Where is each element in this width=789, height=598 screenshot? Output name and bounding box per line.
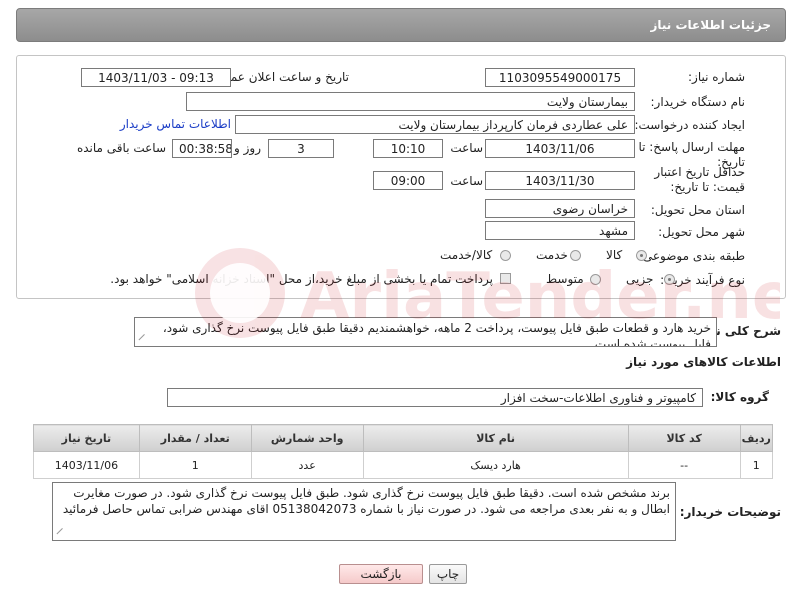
unit-cell: عدد: [250, 451, 364, 479]
purchase-radio-minor[interactable]: [664, 274, 675, 285]
column-header: تاریخ نیاز: [33, 424, 140, 452]
back-button[interactable]: بازگشت: [339, 564, 423, 584]
print-button[interactable]: چاپ: [429, 564, 467, 584]
treasury-checkbox[interactable]: [500, 273, 511, 284]
category-option-service: خدمت: [536, 248, 568, 262]
panel-header: جزئیات اطلاعات نیاز: [16, 8, 786, 42]
purchase-radio-medium[interactable]: [590, 274, 601, 285]
column-header: ردیف: [739, 424, 774, 452]
column-header: تعداد / مقدار: [138, 424, 252, 452]
deadline-hour-label: ساعت: [450, 141, 483, 155]
purchase-option-minor: جزیی: [626, 272, 654, 286]
goods-group-field[interactable]: کامپیوتر و فناوری اطلاعات-سخت افزار: [167, 388, 703, 407]
category-label: طبقه بندی موضوعی:: [638, 249, 745, 263]
purchase-option-medium: متوسط: [546, 272, 584, 286]
need-number-field[interactable]: 1103095549000175: [485, 68, 635, 87]
creator-field[interactable]: علی عطاردی فرمان کارپرداز بیمارستان ولای…: [235, 115, 635, 134]
deadline-time-field[interactable]: 10:10: [373, 139, 443, 158]
announce-datetime-field[interactable]: 1403/11/03 - 09:13: [81, 68, 231, 87]
goods-section-title: اطلاعات کالاهای مورد نیاز: [626, 355, 781, 369]
page-title: جزئیات اطلاعات نیاز: [650, 18, 771, 32]
buyer-org-field[interactable]: بیمارستان ولایت: [186, 92, 635, 111]
buyer-contact-link[interactable]: اطلاعات تماس خریدار: [120, 117, 231, 131]
category-radio-goods[interactable]: [636, 250, 647, 261]
remaining-time-field[interactable]: 00:38:58: [172, 139, 232, 158]
column-header: کد کالا: [627, 424, 741, 452]
buyer-org-label: نام دستگاه خریدار:: [650, 95, 746, 109]
buyer-notes-textarea[interactable]: برند مشخص شده است. دقیقا طبق فایل پیوست …: [52, 482, 676, 541]
category-option-goods: کالا: [606, 248, 623, 262]
goods-table-header-row: ردیف کد کالا نام کالا واحد شمارش تعداد /…: [33, 424, 774, 452]
buyer-notes-label: توضیحات خریدار:: [679, 505, 781, 519]
column-header: واحد شمارش: [250, 424, 364, 452]
goods-group-label: گروه کالا:: [710, 390, 769, 404]
remaining-time-label: ساعت باقی مانده: [76, 141, 166, 155]
table-row[interactable]: 1 -- هارد دیسک عدد 1 1403/11/06: [33, 451, 774, 479]
days-field[interactable]: 3: [268, 139, 334, 158]
city-label: شهر محل تحویل:: [658, 225, 745, 239]
row-index-cell: 1: [739, 451, 774, 479]
price-validity-time-field[interactable]: 09:00: [373, 171, 443, 190]
category-option-goods-service: کالا/خدمت: [440, 248, 493, 262]
province-field[interactable]: خراسان رضوی: [485, 199, 635, 218]
creator-label: ایجاد کننده درخواست:: [634, 118, 745, 132]
need-number-label: شماره نیاز:: [688, 70, 745, 84]
treasury-note: پرداخت تمام یا بخشی از مبلغ خرید،از محل …: [110, 272, 493, 286]
category-radio-service[interactable]: [570, 250, 581, 261]
price-validity-label: حداقل تاریخ اعتبار قیمت: تا تاریخ:: [654, 165, 745, 194]
description-textarea[interactable]: خرید هارد و قطعات طبق فایل پیوست، پرداخت…: [134, 317, 717, 347]
goods-name-cell: هارد دیسک: [362, 451, 629, 479]
province-label: استان محل تحویل:: [650, 203, 745, 217]
need-date-cell: 1403/11/06: [33, 451, 140, 479]
price-validity-date-field[interactable]: 1403/11/30: [485, 171, 635, 190]
goods-code-cell: --: [627, 451, 741, 479]
quantity-cell: 1: [138, 451, 252, 479]
column-header: نام کالا: [362, 424, 629, 452]
category-radio-goods-service[interactable]: [500, 250, 511, 261]
days-label: روز و: [234, 141, 261, 155]
city-field[interactable]: مشهد: [485, 221, 635, 240]
price-validity-hour-label: ساعت: [450, 174, 483, 188]
goods-table: ردیف کد کالا نام کالا واحد شمارش تعداد /…: [33, 424, 774, 479]
deadline-date-field[interactable]: 1403/11/06: [485, 139, 635, 158]
